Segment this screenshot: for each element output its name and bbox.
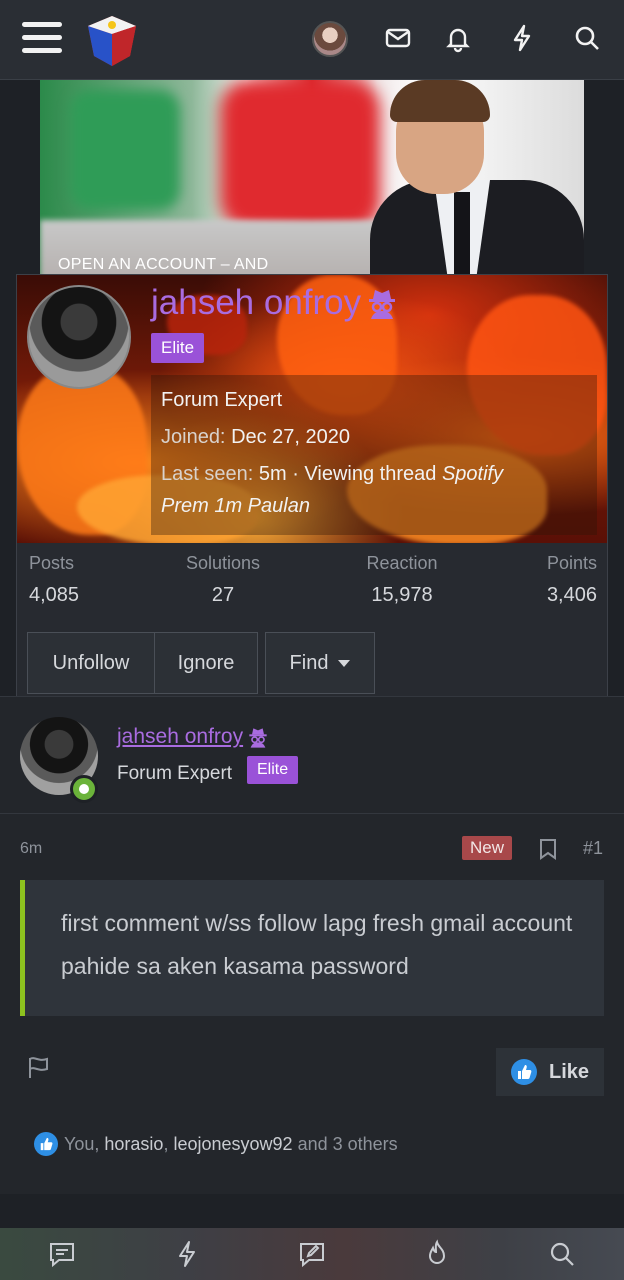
incognito-icon (369, 290, 396, 319)
username-text: jahseh onfroy (151, 283, 362, 322)
last-seen-line: Last seen: 5m · Viewing thread Spotify (161, 463, 504, 485)
banner-text: OPEN AN ACCOUNT – AND (58, 256, 269, 273)
reactions-summary[interactable]: You, horasio, leojonesyow92 and 3 others (34, 1132, 398, 1156)
post-content: first comment w/ss follow lapg fresh gma… (20, 880, 604, 1016)
stat-solutions[interactable]: Solutions 27 (181, 553, 265, 607)
unfollow-button[interactable]: Unfollow (27, 632, 155, 694)
stat-reaction[interactable]: Reaction 15,978 (357, 553, 447, 607)
chevron-down-icon (338, 659, 351, 667)
forums-icon[interactable] (47, 1239, 77, 1269)
thumbs-up-icon (510, 1059, 537, 1085)
thumbs-up-icon (34, 1132, 58, 1156)
new-post-icon[interactable] (297, 1239, 327, 1269)
ignore-button[interactable]: Ignore (154, 632, 258, 694)
profile-stats: Posts 4,085 Solutions 27 Reaction 15,978… (17, 553, 607, 613)
post-author: jahseh onfroy Forum Expert Elite (0, 696, 624, 814)
lightning-icon[interactable] (506, 22, 538, 54)
profile-cover: jahseh onfroy Elite Forum Expert Joined:… (17, 275, 607, 543)
profile-avatar[interactable] (27, 285, 131, 389)
member-tooltip: jahseh onfroy Elite Forum Expert Joined:… (16, 274, 608, 706)
site-logo[interactable] (84, 12, 140, 68)
stat-points[interactable]: Points 3,406 (527, 553, 597, 607)
trending-fire-icon[interactable] (422, 1239, 452, 1269)
author-name-text: jahseh onfroy (117, 725, 244, 748)
elite-badge: Elite (151, 333, 205, 363)
user-avatar[interactable] (312, 21, 348, 57)
top-bar (0, 0, 624, 80)
joined-line: Joined: Dec 27, 2020 (161, 426, 351, 448)
inbox-icon[interactable] (382, 22, 414, 54)
advertisement-banner[interactable]: OPEN AN ACCOUNT – AND (40, 80, 584, 275)
like-label: Like (548, 1060, 590, 1083)
post-text: first comment w/ss follow lapg fresh gma… (61, 910, 573, 979)
whats-new-icon[interactable] (172, 1239, 202, 1269)
profile-info: Forum Expert Joined: Dec 27, 2020 Last s… (151, 375, 597, 535)
post-time[interactable]: 6m (20, 840, 42, 858)
menu-icon[interactable] (22, 22, 62, 58)
find-button[interactable]: Find (265, 632, 375, 694)
bell-icon[interactable] (442, 22, 474, 54)
thread-link-continued[interactable]: Prem 1m Paulan (161, 495, 310, 518)
search-icon[interactable] (547, 1239, 577, 1269)
profile-username[interactable]: jahseh onfroy (151, 283, 397, 323)
report-flag-icon[interactable] (26, 1054, 52, 1080)
profile-title: Forum Expert (161, 389, 283, 411)
bottom-navigation (0, 1228, 624, 1280)
online-status-icon (70, 775, 98, 803)
incognito-icon (249, 728, 267, 748)
author-elite-badge: Elite (247, 756, 299, 784)
bookmark-icon[interactable] (539, 838, 557, 860)
new-badge: New (462, 836, 513, 860)
post-number[interactable]: #1 (583, 838, 603, 859)
like-button[interactable]: Like (496, 1048, 604, 1096)
search-icon[interactable] (571, 22, 603, 54)
author-title: Forum Expert (117, 763, 233, 784)
stat-posts[interactable]: Posts 4,085 (29, 553, 79, 607)
thread-link[interactable]: Spotify (442, 463, 503, 485)
find-label: Find (289, 651, 329, 674)
post: 6m New #1 first comment w/ss follow lapg… (0, 814, 624, 1194)
author-username[interactable]: jahseh onfroy (117, 725, 268, 749)
